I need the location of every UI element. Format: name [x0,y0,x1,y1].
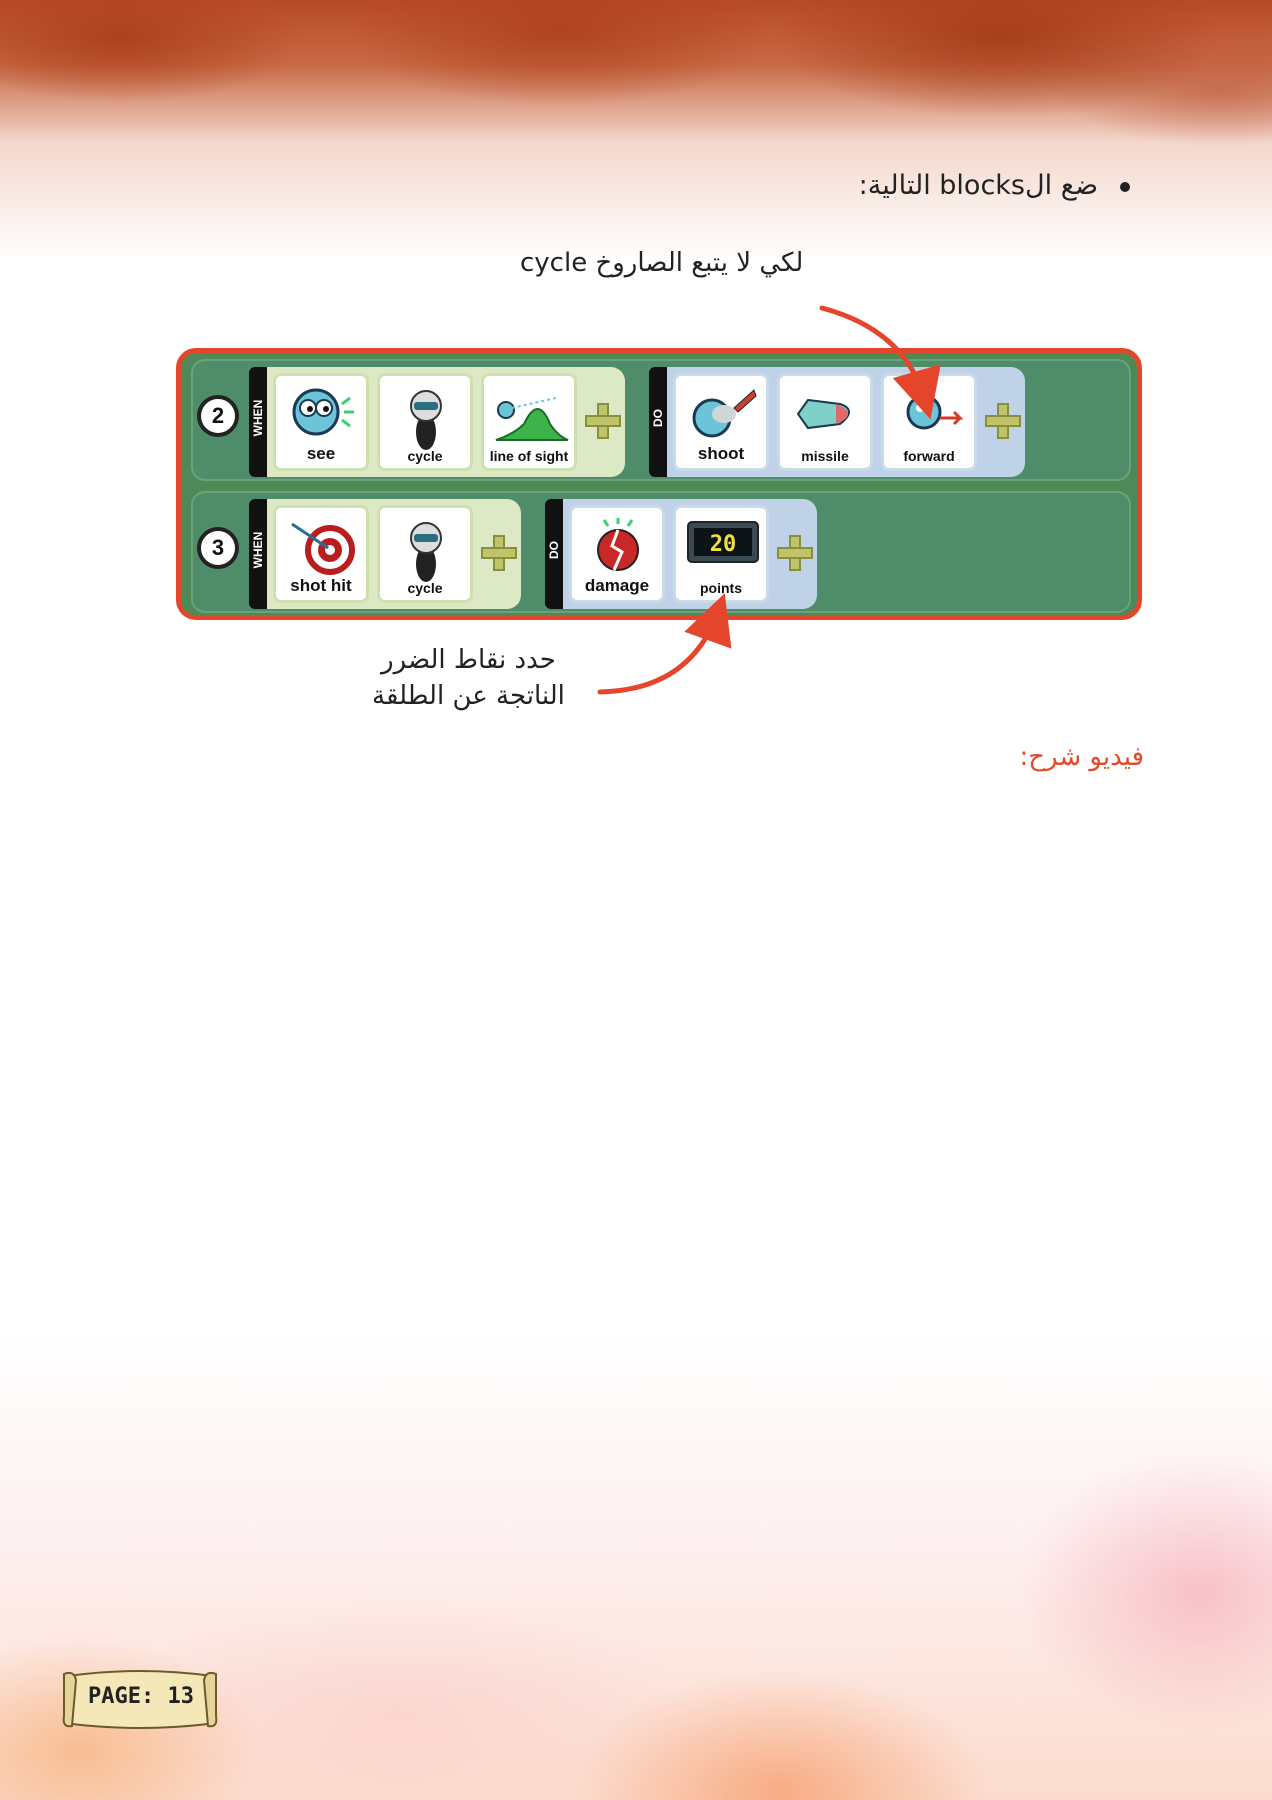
video-explanation-label: فيديو شرح: [1019,742,1144,772]
arrow-to-forward [819,305,941,420]
page-number-badge: PAGE: 13 [58,1666,222,1732]
page-number: PAGE: 13 [88,1684,194,1709]
annotation-arrows [597,305,941,695]
arrow-to-points [597,593,732,695]
